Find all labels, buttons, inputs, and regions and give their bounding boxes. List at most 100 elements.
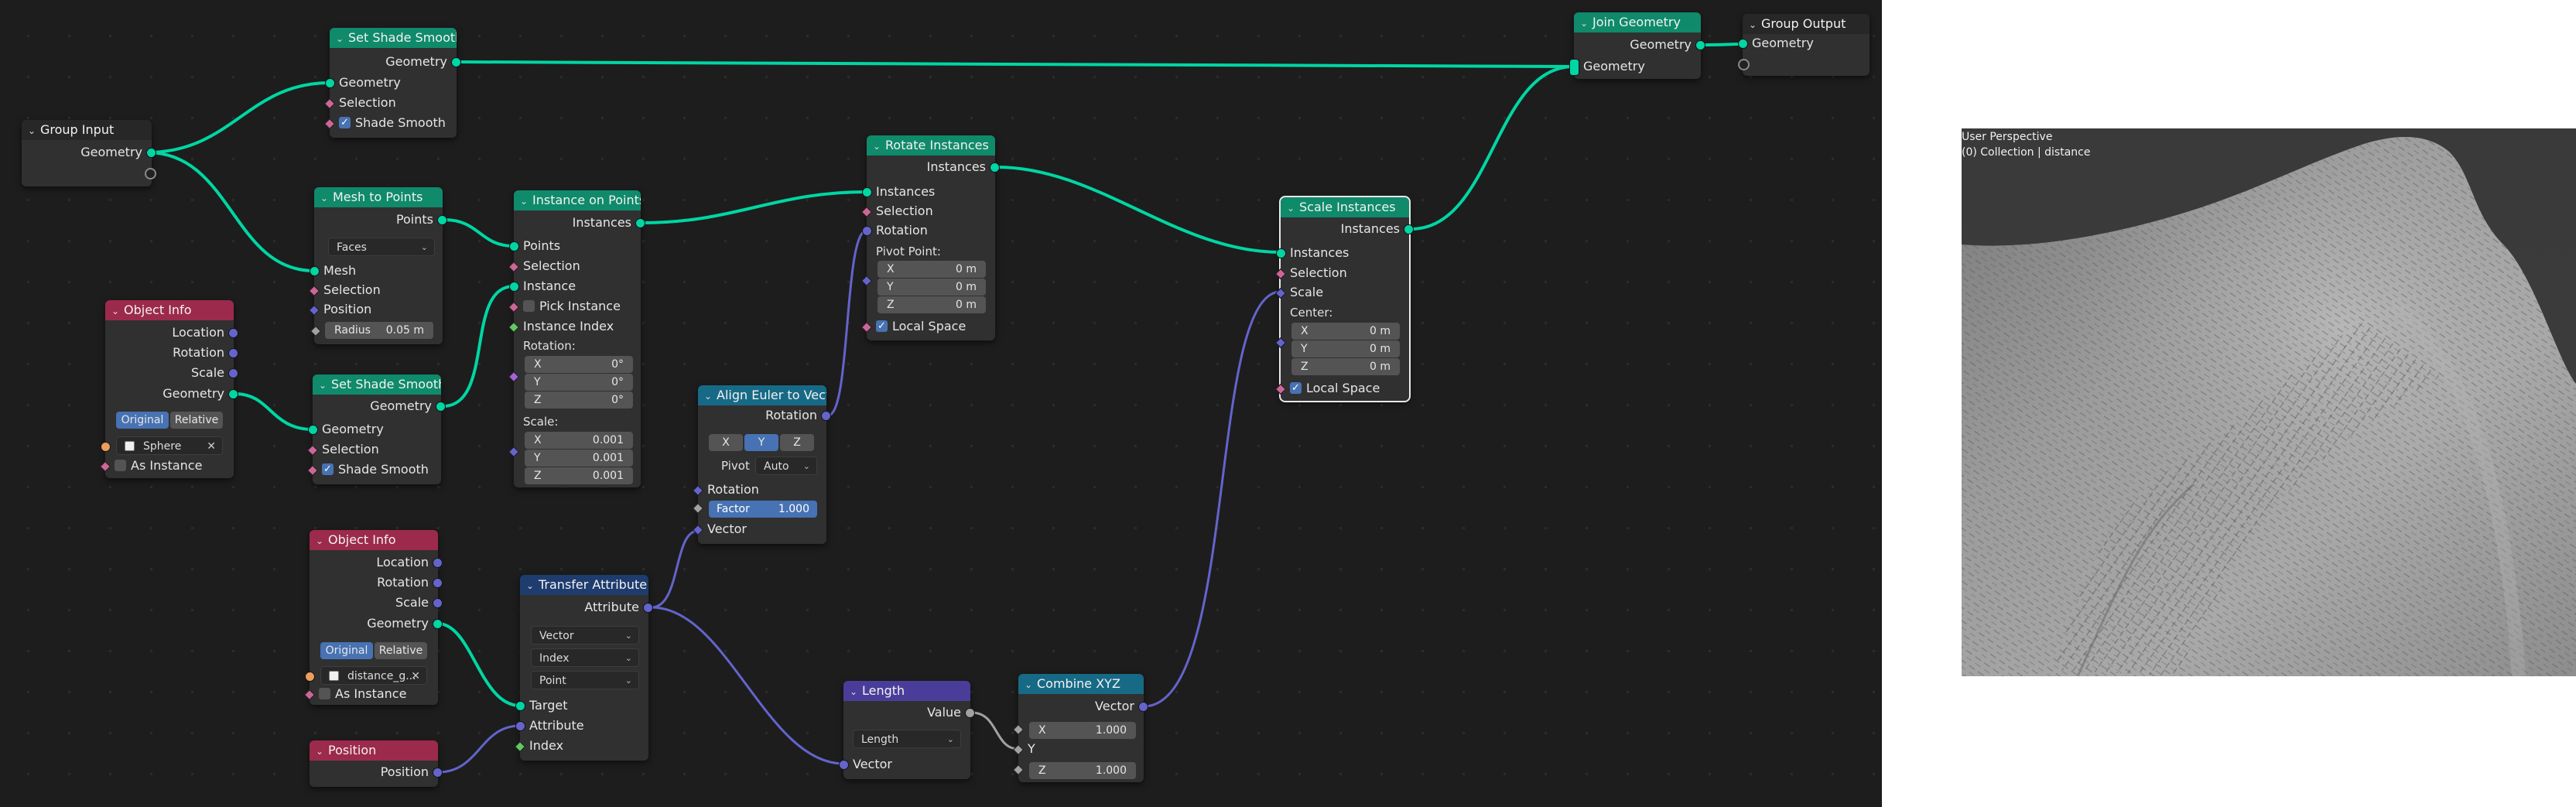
socket-geometry-in[interactable] bbox=[325, 78, 335, 88]
scale-z-field[interactable]: Z 0.001 bbox=[525, 467, 633, 484]
axis-z-toggle[interactable]: Z bbox=[780, 434, 814, 451]
chevron-down-icon[interactable]: ⌄ bbox=[873, 136, 885, 156]
axis-y-toggle[interactable]: Y bbox=[744, 434, 778, 451]
chevron-down-icon[interactable]: ⌄ bbox=[111, 301, 124, 320]
pivot-y-field[interactable]: Y0 m bbox=[877, 279, 986, 296]
socket-geometry-multi-in[interactable] bbox=[1569, 59, 1579, 76]
node-group-output[interactable]: ⌄ Group Output Geometry bbox=[1738, 14, 1870, 76]
object-field[interactable]: distance_g... ✕ bbox=[320, 666, 427, 685]
socket-instance-in[interactable] bbox=[509, 282, 519, 292]
pivot-dropdown[interactable]: Auto ⌄ bbox=[755, 457, 817, 475]
node-set-shade-smooth-top[interactable]: ⌄ Set Shade Smooth Geometry Geometry Sele… bbox=[323, 28, 461, 138]
socket-points-in[interactable] bbox=[509, 241, 519, 251]
checkbox-checked[interactable] bbox=[339, 114, 351, 132]
node-transfer-attribute[interactable]: ⌄ Transfer Attribute Attribute Vector ⌄ In… bbox=[514, 575, 653, 761]
socket-instances-in[interactable] bbox=[1276, 248, 1286, 258]
rotation-x-field[interactable]: X 0° bbox=[525, 356, 633, 373]
checkbox-checked[interactable] bbox=[1290, 379, 1302, 398]
socket-rotation-out[interactable] bbox=[433, 578, 443, 588]
scale-x-field[interactable]: X 0.001 bbox=[525, 432, 633, 449]
socket-geometry-out[interactable] bbox=[228, 389, 238, 399]
socket-object-in[interactable] bbox=[305, 672, 315, 682]
socket-geometry-out[interactable] bbox=[146, 148, 156, 158]
center-z-field[interactable]: Z0 m bbox=[1291, 358, 1400, 375]
close-icon[interactable]: ✕ bbox=[207, 437, 216, 456]
axis-x-toggle[interactable]: X bbox=[709, 434, 743, 451]
socket-location-out[interactable] bbox=[228, 328, 238, 338]
node-combine-xyz[interactable]: ⌄ Combine XYZ Vector X 1.000 Y Z 1.000 bbox=[1012, 674, 1148, 782]
original-toggle[interactable]: Original bbox=[320, 642, 373, 659]
socket-mesh-in[interactable] bbox=[310, 266, 320, 276]
mapping-dropdown[interactable]: Index ⌄ bbox=[531, 648, 639, 667]
chevron-down-icon[interactable]: ⌄ bbox=[850, 682, 862, 701]
node-group-input[interactable]: ⌄ Group Input Geometry bbox=[22, 120, 156, 186]
socket-empty-out[interactable] bbox=[145, 168, 156, 180]
as-instance-checkbox[interactable]: As Instance bbox=[99, 457, 234, 475]
pick-instance-checkbox[interactable]: Pick Instance bbox=[508, 297, 641, 316]
center-y-field[interactable]: Y0 m bbox=[1291, 340, 1400, 357]
chevron-down-icon[interactable]: ⌄ bbox=[526, 576, 539, 595]
socket-geometry-out[interactable] bbox=[451, 57, 461, 67]
chevron-down-icon[interactable]: ⌄ bbox=[320, 188, 333, 207]
socket-instances-in[interactable] bbox=[862, 187, 872, 197]
node-set-shade-smooth-mid[interactable]: ⌄ Set Shade Smooth Geometry Geometry Sele… bbox=[306, 374, 446, 484]
chevron-down-icon[interactable]: ⌄ bbox=[1749, 15, 1761, 34]
socket-scale-out[interactable] bbox=[433, 598, 443, 608]
local-space-checkbox[interactable]: Local Space bbox=[860, 317, 995, 336]
chevron-down-icon[interactable]: ⌄ bbox=[1580, 13, 1592, 32]
x-field[interactable]: X 1.000 bbox=[1029, 722, 1136, 739]
socket-rotation-out[interactable] bbox=[821, 411, 831, 421]
socket-geometry-out[interactable] bbox=[436, 402, 446, 412]
chevron-down-icon[interactable]: ⌄ bbox=[316, 531, 328, 550]
checkbox-checked[interactable] bbox=[876, 317, 888, 336]
socket-value-out[interactable] bbox=[965, 708, 975, 718]
shade-smooth-checkbox[interactable]: Shade Smooth bbox=[306, 460, 441, 479]
socket-instances-out[interactable] bbox=[990, 162, 1000, 173]
node-instance-on-points[interactable]: ⌄ Instance on Points Instances Points Sel… bbox=[508, 190, 645, 487]
chevron-down-icon[interactable]: ⌄ bbox=[520, 191, 532, 210]
relative-toggle[interactable]: Relative bbox=[375, 642, 427, 659]
socket-location-out[interactable] bbox=[433, 558, 443, 568]
pivot-x-field[interactable]: X0 m bbox=[877, 261, 986, 278]
socket-vector-out[interactable] bbox=[1138, 702, 1148, 712]
socket-attribute-in[interactable] bbox=[515, 721, 525, 731]
domain-dropdown[interactable]: Point ⌄ bbox=[531, 671, 639, 689]
socket-rotation-out[interactable] bbox=[228, 348, 238, 358]
checkbox-unchecked[interactable] bbox=[115, 460, 126, 471]
node-align-euler-to-vector[interactable]: ⌄Align Euler to Vector Rotation X Y Z Pi… bbox=[692, 385, 831, 544]
factor-slider[interactable]: Factor 1.000 bbox=[709, 501, 817, 518]
chevron-down-icon[interactable]: ⌄ bbox=[319, 375, 331, 395]
rotation-z-field[interactable]: Z 0° bbox=[525, 392, 633, 409]
local-space-checkbox[interactable]: Local Space bbox=[1274, 379, 1409, 398]
socket-instances-out[interactable] bbox=[1404, 224, 1414, 234]
shade-smooth-checkbox[interactable]: Shade Smooth bbox=[323, 114, 457, 132]
checkbox-checked[interactable] bbox=[322, 460, 334, 479]
node-scale-instances[interactable]: ⌄ Scale Instances Instances Instances Sel… bbox=[1274, 196, 1414, 402]
node-object-info-sphere[interactable]: ⌄ Object Info Location Rotation Scale Geo… bbox=[99, 300, 238, 478]
chevron-down-icon[interactable]: ⌄ bbox=[1287, 198, 1299, 217]
operation-dropdown[interactable]: Length ⌄ bbox=[853, 730, 961, 748]
socket-empty-in[interactable] bbox=[1738, 59, 1750, 70]
scale-y-field[interactable]: Y 0.001 bbox=[525, 450, 633, 467]
node-rotate-instances[interactable]: ⌄ Rotate Instances Instances Instances Se… bbox=[860, 135, 1000, 340]
socket-geometry-in[interactable] bbox=[308, 425, 318, 435]
chevron-down-icon[interactable]: ⌄ bbox=[316, 741, 328, 761]
pivot-z-field[interactable]: Z0 m bbox=[877, 296, 986, 313]
as-instance-checkbox[interactable]: As Instance bbox=[303, 685, 438, 703]
socket-instances-out[interactable] bbox=[635, 218, 645, 228]
node-mesh-to-points[interactable]: ⌄ Mesh to Points Points Faces ⌄ Mesh Selec… bbox=[308, 187, 447, 344]
z-field[interactable]: Z 1.000 bbox=[1029, 762, 1136, 779]
socket-geometry-in[interactable] bbox=[1738, 39, 1748, 49]
chevron-down-icon[interactable]: ⌄ bbox=[1025, 675, 1037, 694]
node-length[interactable]: ⌄ Length Value Length ⌄ Vector bbox=[839, 681, 975, 779]
socket-scale-out[interactable] bbox=[228, 368, 238, 378]
node-editor[interactable]: ⌄ Group Input Geometry ⌄ Set Shade Smooth … bbox=[0, 0, 1882, 807]
chevron-down-icon[interactable]: ⌄ bbox=[704, 386, 717, 405]
relative-toggle[interactable]: Relative bbox=[170, 412, 223, 429]
data-type-dropdown[interactable]: Vector ⌄ bbox=[531, 626, 639, 645]
rotation-y-field[interactable]: Y 0° bbox=[525, 374, 633, 391]
socket-attribute-out[interactable] bbox=[643, 603, 653, 613]
socket-geometry-out[interactable] bbox=[433, 619, 443, 629]
chevron-down-icon[interactable]: ⌄ bbox=[336, 29, 348, 48]
mode-dropdown[interactable]: Faces ⌄ bbox=[328, 238, 435, 256]
